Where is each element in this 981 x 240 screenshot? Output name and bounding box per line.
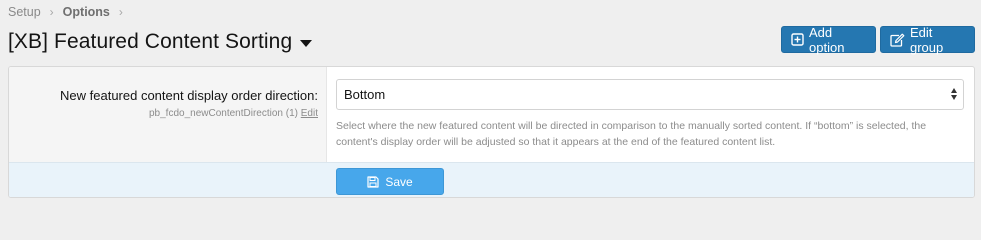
breadcrumb-setup[interactable]: Setup [8,5,41,19]
option-edit-link[interactable]: Edit [301,108,318,119]
breadcrumb: Setup › Options › [8,5,132,19]
breadcrumb-separator: › [118,5,123,19]
form-footer: Save [9,162,974,197]
save-label: Save [385,174,413,189]
edit-group-label: Edit group [910,24,944,55]
page-title-text: [XB] Featured Content Sorting [8,30,293,53]
direction-select-value: Bottom [344,87,386,102]
options-panel: New featured content display order direc… [8,66,975,198]
breadcrumb-separator: › [49,5,54,19]
save-icon [367,175,379,188]
option-hint: pb_fcdo_newContentDirection (1) Edit [9,108,318,119]
save-button[interactable]: Save [336,168,444,195]
breadcrumb-options[interactable]: Options [63,5,110,19]
caret-down-icon[interactable] [300,39,313,47]
option-explain: Select where the new featured content wi… [336,120,927,148]
option-input-cell: Bottom Select where the new featured con… [327,67,974,162]
option-row: New featured content display order direc… [9,67,974,162]
option-label: New featured content display order direc… [60,88,318,103]
edit-group-button[interactable]: Edit group [880,24,975,55]
add-option-label: Add option [809,24,845,55]
plus-square-icon [791,33,804,46]
edit-icon [890,33,905,47]
select-arrows-icon [951,88,957,100]
page-title[interactable]: [XB] Featured Content Sorting [8,30,313,54]
option-id: pb_fcdo_newContentDirection (1) [149,108,298,119]
direction-select[interactable]: Bottom [336,79,964,110]
option-label-cell: New featured content display order direc… [9,67,327,162]
add-option-button[interactable]: Add option [781,24,876,55]
